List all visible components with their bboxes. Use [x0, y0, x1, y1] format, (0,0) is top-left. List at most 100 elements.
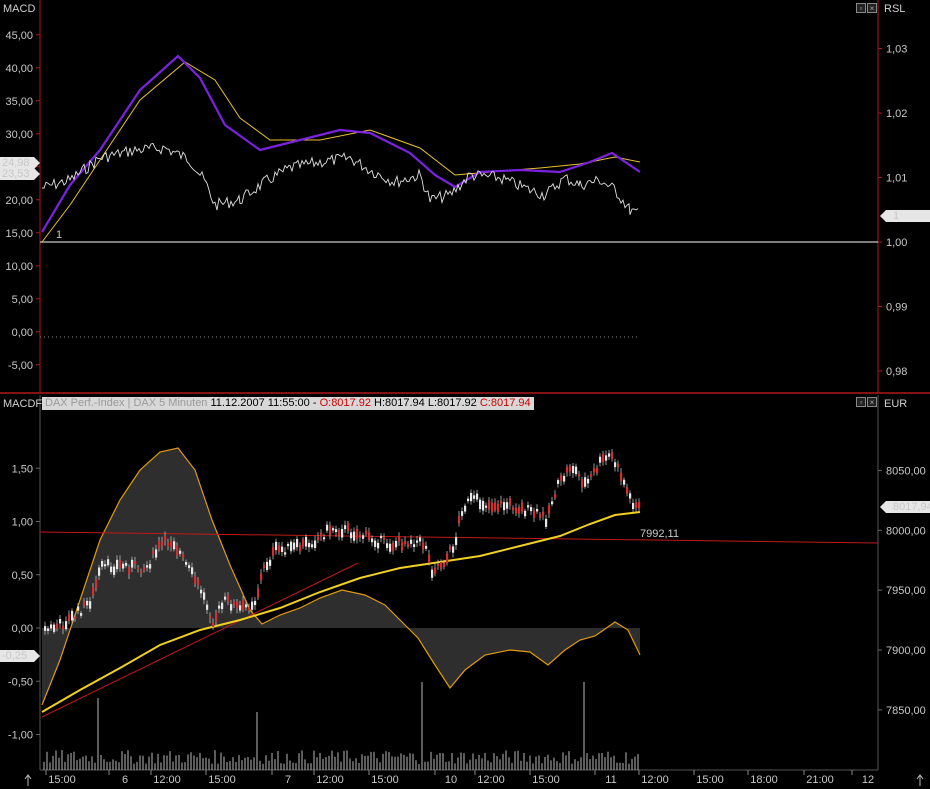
candle-body [80, 613, 83, 616]
candle-body [389, 543, 392, 552]
candle-body [194, 576, 197, 584]
candle-body [491, 503, 494, 513]
candle-body [179, 550, 182, 554]
info-high: H:8017.94 [374, 397, 425, 409]
candle-body [425, 545, 428, 549]
candle-body [437, 564, 440, 567]
candle-body [470, 492, 473, 502]
candle-body [398, 536, 401, 542]
candle-body [383, 537, 386, 540]
candle-body [533, 510, 536, 518]
close-icon[interactable]: × [867, 397, 877, 407]
time-tick-label: 12:00 [641, 774, 669, 786]
candle-body [374, 540, 377, 547]
arrow-up-icon[interactable] [24, 774, 32, 786]
candle-body [620, 472, 623, 482]
candle-body [524, 510, 527, 517]
signal-line [41, 61, 641, 243]
candle-body [203, 592, 206, 600]
candle-body [479, 499, 482, 510]
candle-body [287, 543, 290, 547]
candle-body [164, 536, 167, 541]
time-tick-label: 18:00 [750, 774, 778, 786]
candle-body [380, 535, 383, 539]
candle-body [191, 567, 194, 575]
candle-body [206, 604, 209, 610]
candle-body [500, 500, 503, 504]
ohlc-info-bar: DAX Perf.-Index | DAX 5 Minuten 11.12.20… [42, 397, 534, 410]
top-series: 1 [40, 54, 878, 338]
candle-body [152, 550, 155, 554]
axis-tick-label: 0,00 [12, 623, 33, 635]
restore-icon[interactable]: ▫ [856, 397, 866, 407]
candle-body [419, 537, 422, 542]
candle-body [281, 546, 284, 552]
candle-body [569, 466, 572, 472]
candle-body [392, 542, 395, 551]
candle-body [167, 542, 170, 547]
candle-body [362, 535, 365, 539]
candle-body [482, 500, 485, 511]
candle-body [200, 589, 203, 594]
candle-body [248, 607, 251, 611]
close-icon[interactable]: × [867, 3, 877, 13]
candle-body [269, 559, 272, 566]
info-close: C:8017.94 [479, 397, 531, 409]
candle-body [239, 605, 242, 611]
candle-body [614, 462, 617, 468]
chart-canvas[interactable]: 45,0040,0035,0030,0025,0020,0015,0010,00… [0, 0, 930, 789]
candle-body [95, 579, 98, 589]
restore-icon[interactable]: ▫ [856, 3, 866, 13]
info-low: L:8017.92 [427, 397, 477, 409]
candle-body [44, 626, 47, 631]
candle-body [527, 505, 530, 508]
candle-body [626, 486, 629, 494]
candle-body [593, 468, 596, 473]
candle-body [608, 453, 611, 457]
candle-body [263, 564, 266, 569]
candle-body [296, 538, 299, 548]
time-tick-label: 12:00 [153, 774, 181, 786]
axis-tick-label: 1,00 [12, 517, 33, 529]
time-tick-label: 15:00 [48, 774, 76, 786]
candle-body [350, 532, 353, 539]
arrow-up-icon[interactable] [916, 774, 924, 786]
candle-body [410, 539, 413, 544]
candle-body [128, 567, 131, 575]
candle-body [332, 528, 335, 531]
candle-body [257, 588, 260, 598]
time-tick-label: 12:00 [477, 774, 505, 786]
candle-body [47, 628, 50, 631]
candle-body [86, 600, 89, 606]
candle-body [173, 541, 176, 550]
candle-body [416, 540, 419, 543]
axis-tick-label: 0,98 [886, 366, 907, 378]
candle-body [62, 625, 65, 630]
value-tag-label: 8017,94 [893, 501, 930, 513]
candle-body [209, 616, 212, 619]
info-open: O:8017.92 [319, 397, 371, 409]
candle-body [557, 480, 560, 484]
candle-body [242, 600, 245, 611]
axis-tick-label: 8050,00 [886, 465, 926, 477]
axis-tick-label: 5,00 [12, 294, 33, 306]
time-tick-label: 10 [445, 774, 457, 786]
candle-body [320, 532, 323, 537]
candle-body [605, 455, 608, 461]
candle-body [413, 544, 416, 548]
candle-body [215, 612, 218, 622]
bottom-left-axis: 1,50 1,00 0,50 0,00 -0,50 -1,00 -0,25 [0, 463, 40, 742]
axis-tick-label: 15,00 [5, 228, 33, 240]
candle-body [599, 456, 602, 463]
candle-body [176, 545, 179, 556]
candle-body [302, 539, 305, 547]
candle-body [65, 621, 68, 630]
candle-body [188, 565, 191, 568]
candle-body [446, 553, 449, 564]
candle-body [587, 478, 590, 484]
candle-body [212, 622, 215, 627]
candle-body [371, 538, 374, 543]
candle-body [158, 541, 161, 549]
bottom-pane-right-title: EUR [884, 398, 908, 410]
axis-tick-label: 7950,00 [886, 585, 926, 597]
